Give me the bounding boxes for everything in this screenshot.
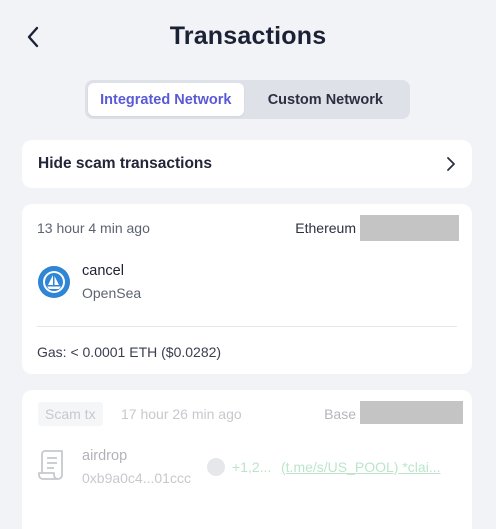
header: Transactions [0,0,496,75]
scam-link[interactable]: (t.me/s/US_POOL) *clai... [281,459,451,475]
hide-scam-transactions-row[interactable]: Hide scam transactions [22,140,472,188]
tab-custom-network[interactable]: Custom Network [244,83,407,116]
redacted-address [360,215,459,241]
transaction-time: 13 hour 4 min ago [37,220,150,236]
transaction-network: Ethereum [295,220,356,236]
transaction-card[interactable]: 13 hour 4 min ago Ethereum cancel OpenSe… [22,204,472,374]
document-scroll-icon [36,449,68,481]
transaction-title: cancel [82,263,124,279]
transaction-time: 17 hour 26 min ago [121,406,242,422]
transaction-subtitle: OpenSea [82,285,142,301]
chevron-right-icon [447,157,455,171]
transaction-network: Base [324,406,356,422]
transaction-card-scam[interactable]: Scam tx 17 hour 26 min ago Base airdrop … [22,390,472,529]
gas-fee: Gas: < 0.0001 ETH ($0.0282) [37,344,222,360]
transaction-title: airdrop [82,448,128,464]
scam-badge: Scam tx [38,402,103,426]
transaction-subtitle: 0xb9a0c4...01ccc [82,470,191,486]
divider [37,326,457,327]
network-tabs: Integrated Network Custom Network [85,80,410,119]
page-title: Transactions [169,22,327,50]
opensea-icon [38,266,70,298]
transaction-amount: +1,2... [232,459,272,475]
token-icon [207,458,225,476]
redacted-address [360,401,463,424]
hide-scam-transactions-label: Hide scam transactions [38,155,213,172]
tab-integrated-network[interactable]: Integrated Network [88,83,244,116]
